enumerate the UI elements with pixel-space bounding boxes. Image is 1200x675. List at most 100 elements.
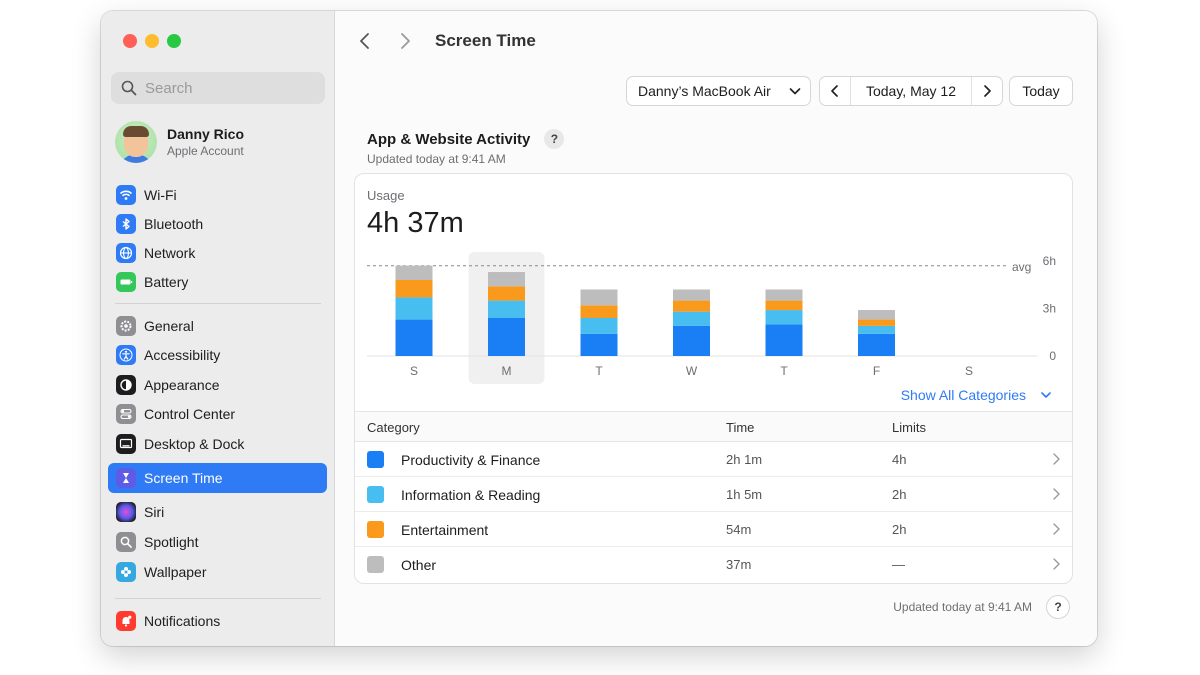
sidebar-divider (115, 303, 321, 304)
chevron-right-icon (1053, 488, 1060, 500)
sidebar-item-label: Wi-Fi (144, 187, 177, 203)
bar-segment (488, 318, 525, 356)
sidebar-item-label: Accessibility (144, 347, 221, 363)
date-label: Today, May 12 (850, 77, 972, 105)
device-select-value: Danny’s MacBook Air (638, 83, 771, 99)
bar-segment (673, 311, 710, 326)
desktop-icon (116, 434, 136, 454)
sidebar-item-appearance[interactable]: Appearance (108, 371, 327, 399)
usage-chart[interactable]: avg 0 3h 6h S M T W T F S (355, 244, 1073, 386)
sidebar-item-bluetooth[interactable]: Bluetooth (108, 210, 327, 238)
magnifier-icon (116, 532, 136, 552)
footer-help-button[interactable]: ? (1046, 595, 1070, 619)
activity-title: App & Website Activity (367, 130, 531, 148)
sidebar-item-wallpaper[interactable]: Wallpaper (108, 558, 327, 586)
category-time: 1h 5m (726, 487, 763, 502)
footer-updated-text: Updated today at 9:41 AM (893, 600, 1032, 614)
table-header: Category Time Limits (355, 411, 1072, 442)
column-header-time: Time (726, 420, 755, 435)
bar-segment (395, 280, 433, 298)
category-limit: 2h (892, 522, 907, 537)
apple-account[interactable]: Danny Rico Apple Account (115, 121, 244, 163)
minimize-button[interactable] (145, 34, 159, 48)
category-color-swatch (367, 451, 384, 468)
bar-segment (858, 333, 895, 356)
sidebar-item-label: General (144, 318, 194, 334)
sidebar-item-wifi[interactable]: Wi-Fi (108, 181, 327, 209)
table-row[interactable]: Information & Reading 1h 5m 2h (355, 477, 1072, 512)
sidebar-item-accessibility[interactable]: Accessibility (108, 341, 327, 369)
main-content: Screen Time Danny’s MacBook Air Today, M… (336, 11, 1097, 646)
bar-segment (858, 319, 895, 326)
sidebar-item-general[interactable]: General (108, 312, 327, 340)
sidebar-item-spotlight[interactable]: Spotlight (108, 528, 327, 556)
x-tick-label: F (873, 364, 880, 378)
table-row[interactable]: Entertainment 54m 2h (355, 512, 1072, 547)
column-header-category: Category (367, 420, 420, 435)
category-name: Productivity & Finance (401, 452, 541, 468)
bar-segment (488, 286, 525, 301)
zoom-button[interactable] (167, 34, 181, 48)
sidebar-item-screen-time[interactable]: Screen Time (108, 463, 327, 493)
bar-segment (673, 325, 710, 356)
bar-segment (765, 300, 803, 311)
appearance-icon (116, 375, 136, 395)
forward-button[interactable] (395, 31, 415, 51)
category-color-swatch (367, 556, 384, 573)
previous-day-button[interactable] (820, 77, 850, 105)
x-tick-label: S (410, 364, 418, 378)
close-button[interactable] (123, 34, 137, 48)
x-tick-label: M (502, 364, 512, 378)
sidebar-item-label: Desktop & Dock (144, 436, 245, 452)
sidebar-item-battery[interactable]: Battery (108, 268, 327, 296)
back-button[interactable] (355, 31, 375, 51)
chevron-right-icon (1053, 523, 1060, 535)
sidebar-item-label: Control Center (144, 406, 236, 422)
today-button[interactable]: Today (1009, 76, 1073, 106)
sidebar-item-desktop-dock[interactable]: Desktop & Dock (108, 430, 327, 458)
category-name: Other (401, 557, 437, 573)
y-tick-label: 0 (1049, 349, 1056, 363)
bar-cap (673, 289, 710, 293)
x-tick-label: T (595, 364, 603, 378)
sidebar-item-label: Screen Time (144, 470, 223, 486)
sidebar-item-control-center[interactable]: Control Center (108, 400, 327, 428)
column-header-limits: Limits (892, 420, 926, 435)
sidebar-item-notifications[interactable]: Notifications (108, 607, 327, 635)
category-limit: 4h (892, 452, 907, 467)
battery-icon (116, 272, 136, 292)
category-time: 54m (726, 522, 752, 537)
search-input[interactable]: Search (111, 72, 325, 104)
hourglass-icon (116, 468, 136, 488)
gear-icon (116, 316, 136, 336)
account-subtitle: Apple Account (167, 144, 244, 158)
avatar (115, 121, 157, 163)
wifi-icon (116, 185, 136, 205)
category-time: 2h 1m (726, 452, 763, 467)
search-icon (121, 80, 137, 96)
next-day-button[interactable] (972, 77, 1002, 105)
sidebar-item-label: Appearance (144, 377, 220, 393)
table-row[interactable]: Other 37m — (355, 547, 1072, 582)
help-button[interactable]: ? (544, 129, 565, 149)
sidebar-item-label: Wallpaper (144, 564, 207, 580)
window-controls (123, 34, 181, 48)
sidebar-item-label: Notifications (144, 613, 221, 629)
sidebar-item-label: Spotlight (144, 534, 199, 550)
globe-icon (116, 243, 136, 263)
show-all-categories-button[interactable]: Show All Categories (901, 387, 1052, 403)
table-row[interactable]: Productivity & Finance 2h 1m 4h (355, 442, 1072, 477)
page-title: Screen Time (435, 31, 536, 50)
flower-icon (116, 562, 136, 582)
device-select[interactable]: Danny’s MacBook Air (626, 76, 811, 106)
sidebar-divider (115, 598, 321, 599)
date-picker: Today, May 12 (819, 76, 1003, 106)
show-all-label: Show All Categories (900, 387, 1026, 403)
usage-label: Usage (367, 188, 405, 203)
sidebar-item-siri[interactable]: Siri (108, 498, 327, 526)
sidebar-item-network[interactable]: Network (108, 239, 327, 267)
category-color-swatch (367, 521, 384, 538)
bar-segment (673, 300, 710, 312)
y-tick-label: 3h (1043, 302, 1056, 316)
category-name: Information & Reading (401, 487, 541, 503)
